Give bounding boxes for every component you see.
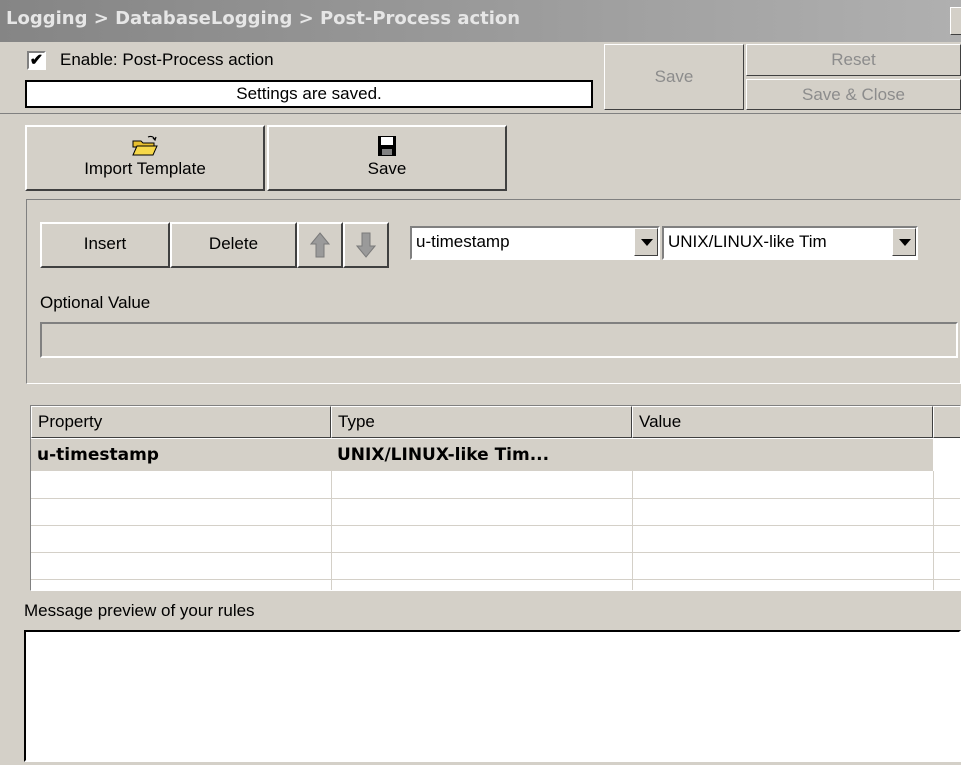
insert-button[interactable]: Insert (40, 222, 170, 268)
property-select[interactable]: u-timestamp (410, 226, 660, 260)
folder-open-icon (132, 135, 158, 156)
column-header-extra[interactable] (933, 406, 960, 438)
row-property-cell[interactable]: u-timestamp (31, 439, 331, 471)
column-header-value[interactable]: Value (632, 406, 933, 438)
grid-line (31, 498, 960, 499)
import-template-label: Import Template (84, 159, 206, 178)
row-type-cell[interactable]: UNIX/LINUX-like Tim... (331, 439, 632, 471)
header-save-button[interactable]: Save (604, 44, 744, 110)
title-bar: Logging > DatabaseLogging > Post-Process… (0, 0, 961, 42)
delete-button[interactable]: Delete (170, 222, 297, 268)
grid-line (31, 525, 960, 526)
grid-line (331, 471, 332, 590)
enable-checkbox[interactable]: ✔ (27, 51, 46, 70)
grid-line (632, 471, 633, 590)
type-select[interactable]: UNIX/LINUX-like Tim (662, 226, 918, 260)
save-close-button[interactable]: Save & Close (746, 79, 961, 110)
message-preview[interactable] (24, 630, 961, 762)
import-template-button[interactable]: Import Template (25, 125, 265, 191)
enable-label: Enable: Post-Process action (60, 50, 274, 69)
optional-value-input[interactable] (40, 322, 958, 358)
grid-line (31, 552, 960, 553)
rules-table: Property Type Value u-timestamp UNIX/LIN… (30, 405, 961, 591)
move-up-button[interactable] (297, 222, 343, 268)
optional-value-label: Optional Value (40, 293, 151, 312)
move-down-button[interactable] (343, 222, 389, 268)
grid-line (933, 471, 934, 590)
arrow-down-icon (355, 232, 377, 258)
dropdown-arrow-icon[interactable] (634, 228, 658, 256)
breadcrumb: Logging > DatabaseLogging > Post-Process… (6, 8, 521, 29)
row-value-cell[interactable] (632, 439, 933, 471)
preview-label: Message preview of your rules (24, 601, 255, 620)
column-header-type[interactable]: Type (331, 406, 632, 438)
grid-line (31, 579, 960, 580)
type-select-value: UNIX/LINUX-like Tim (668, 232, 827, 251)
floppy-disk-icon (378, 136, 396, 156)
column-header-property[interactable]: Property (31, 406, 331, 438)
toolbar-save-button[interactable]: Save (267, 125, 507, 191)
checkmark-icon: ✔ (29, 52, 44, 69)
status-message: Settings are saved. (25, 80, 593, 108)
reset-button[interactable]: Reset (746, 44, 961, 76)
dropdown-arrow-icon[interactable] (892, 228, 916, 256)
arrow-up-icon (309, 232, 331, 258)
window-control-button[interactable] (950, 7, 961, 35)
toolbar-save-label: Save (367, 159, 407, 178)
property-select-value: u-timestamp (416, 232, 510, 251)
